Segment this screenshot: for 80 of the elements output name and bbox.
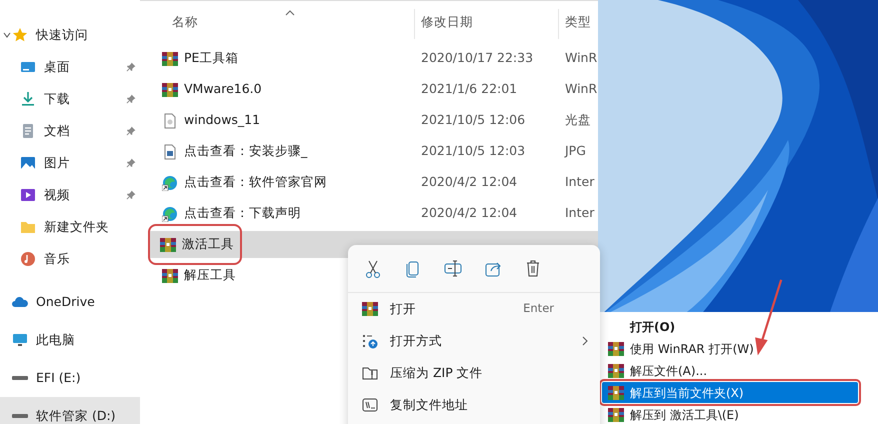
date-cell-text: 2020/4/2 12:04 xyxy=(421,173,518,192)
type-cell-text: JPG xyxy=(565,142,586,160)
date-cell-text: 2021/1/6 22:01 xyxy=(421,80,518,98)
file-name[interactable]: 点击查看：安装步骤_ xyxy=(160,139,314,164)
rename-icon[interactable] xyxy=(444,258,462,278)
file-name[interactable]: PE工具箱 xyxy=(160,46,244,71)
delete-icon[interactable] xyxy=(524,258,542,278)
sidebar-item[interactable]: 桌面 xyxy=(0,51,140,83)
type-cell-text: Inter xyxy=(565,204,594,222)
type-cell-text: WinR xyxy=(565,49,598,68)
menu-item[interactable]: 打开(O) xyxy=(602,316,858,337)
file-name[interactable]: 解压工具 xyxy=(160,263,242,288)
menu-item[interactable]: 打开方式 xyxy=(348,325,600,357)
music-icon xyxy=(20,251,36,267)
cut-icon[interactable] xyxy=(364,258,382,278)
sort-icon xyxy=(285,10,295,16)
sidebar-item[interactable]: 快速访问 xyxy=(0,19,140,51)
file-name[interactable]: 点击查看：下载声明 xyxy=(160,201,307,226)
desktop-icon xyxy=(20,59,36,75)
menu-item[interactable]: 解压到 激活工具\(E) xyxy=(602,404,858,424)
menu-item[interactable]: 解压文件(A)... xyxy=(602,360,858,381)
file-name[interactable]: 激活工具 xyxy=(150,226,240,263)
date-cell-text: 2021/10/5 12:06 xyxy=(421,111,526,130)
menu-item[interactable]: 使用 WinRAR 打开(W) xyxy=(602,338,858,359)
archive-icon xyxy=(608,362,624,378)
sidebar-item[interactable]: EFI (E:) xyxy=(0,359,140,397)
pin-icon xyxy=(126,158,136,168)
monitor-icon xyxy=(12,332,28,348)
file-name[interactable]: windows_11 xyxy=(160,108,266,133)
image-file-icon xyxy=(162,144,178,160)
file-name[interactable]: VMware16.0 xyxy=(160,77,268,102)
column-header[interactable]: 类型 xyxy=(565,13,591,32)
sidebar-item[interactable]: 音乐 xyxy=(0,243,140,275)
sidebar-item[interactable]: 下载 xyxy=(0,83,140,115)
star-icon xyxy=(12,27,28,43)
pin-icon xyxy=(126,126,136,136)
menu-item[interactable]: 复制文件地址 xyxy=(348,389,600,421)
sidebar-item[interactable]: 视频 xyxy=(0,179,140,211)
archive-icon xyxy=(162,268,178,284)
download-icon xyxy=(20,91,36,107)
folder-icon xyxy=(20,219,36,235)
web-shortcut-icon xyxy=(162,174,178,190)
pin-icon xyxy=(126,94,136,104)
file-name[interactable]: 点击查看：软件管家官网 xyxy=(160,170,333,195)
archive-icon xyxy=(162,50,178,66)
drive-icon xyxy=(12,376,28,380)
archive-icon xyxy=(608,384,624,400)
web-shortcut-icon xyxy=(162,206,178,222)
sidebar-item[interactable]: 新建文件夹 xyxy=(0,211,140,243)
document-icon xyxy=(20,123,36,139)
type-cell-text: Inter xyxy=(565,173,594,192)
sidebar-item[interactable]: OneDrive xyxy=(0,283,140,321)
pin-icon xyxy=(126,62,136,72)
cloud-icon xyxy=(12,294,28,310)
open-with-icon xyxy=(362,333,378,349)
sidebar-item[interactable]: 文档 xyxy=(0,115,140,147)
archive-icon xyxy=(162,82,178,98)
menu-item[interactable]: 压缩为 ZIP 文件 xyxy=(348,357,600,389)
date-cell-text: 2021/10/5 12:03 xyxy=(421,142,526,160)
menu-item[interactable]: 打开 Enter xyxy=(348,293,600,325)
pin-icon xyxy=(126,190,136,200)
column-header[interactable]: 名称 xyxy=(172,13,198,32)
video-icon xyxy=(20,187,36,203)
date-cell-text: 2020/4/2 12:04 xyxy=(421,204,518,222)
sidebar-item[interactable]: 软件管家 (D:) xyxy=(0,397,140,424)
disc-file-icon xyxy=(162,112,178,128)
sidebar-item[interactable]: 图片 xyxy=(0,147,140,179)
path-icon xyxy=(362,397,378,413)
zip-folder-icon xyxy=(362,365,378,381)
type-cell-text: 光盘 xyxy=(565,111,591,130)
drive-icon xyxy=(12,414,28,418)
archive-icon xyxy=(160,236,176,252)
sidebar-item[interactable]: 此电脑 xyxy=(0,321,140,359)
column-header[interactable]: 修改日期 xyxy=(421,13,473,32)
type-cell-text: WinR xyxy=(565,80,598,98)
archive-icon xyxy=(608,340,624,356)
menu-item[interactable]: 解压到当前文件夹(X) xyxy=(602,382,858,403)
archive-icon xyxy=(362,301,378,317)
date-cell-text: 2020/10/17 22:33 xyxy=(421,49,534,68)
picture-icon xyxy=(20,155,36,171)
